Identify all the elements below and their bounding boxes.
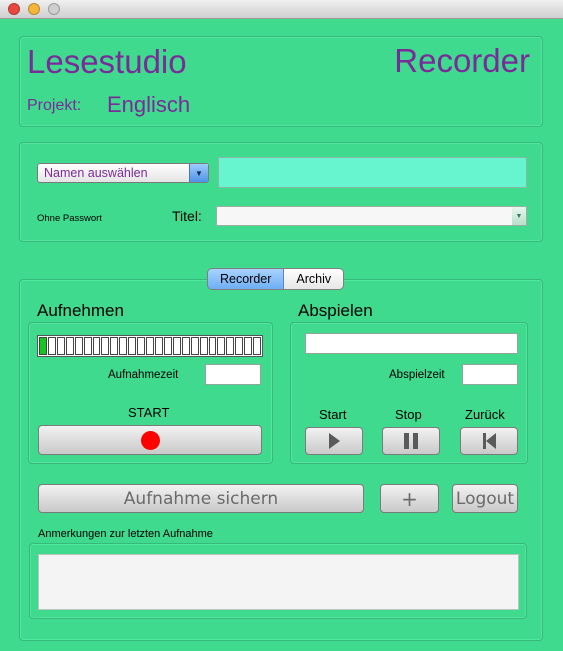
level-meter-segment — [74, 337, 83, 355]
record-heading: Aufnehmen — [37, 301, 124, 320]
level-meter-segment — [163, 337, 172, 355]
skip-back-icon — [482, 433, 496, 449]
level-meter-segment — [128, 337, 137, 355]
chevron-down-icon: ▼ — [512, 207, 526, 225]
play-button[interactable] — [305, 427, 363, 455]
back-label: Zurück — [465, 407, 505, 422]
level-meter-segment — [39, 337, 47, 355]
name-select-value: Namen auswählen — [44, 166, 148, 180]
window-titlebar — [0, 0, 563, 19]
project-name: Englisch — [107, 92, 191, 117]
record-time-field — [205, 364, 261, 385]
record-time-label: Aufnahmezeit — [108, 369, 179, 381]
level-meter-segment — [47, 337, 56, 355]
level-meter-segment — [110, 337, 119, 355]
pause-label: Stop — [395, 407, 422, 422]
level-meter-segment — [83, 337, 92, 355]
level-meter-segment — [235, 337, 244, 355]
play-label: Start — [319, 407, 347, 422]
playback-time-label: Abspielzeit — [389, 369, 445, 381]
level-meter-segment — [208, 337, 217, 355]
zoom-window-icon[interactable] — [48, 3, 60, 15]
tab-archiv[interactable]: Archiv — [284, 269, 344, 289]
minimize-window-icon[interactable] — [28, 3, 40, 15]
chevron-down-icon: ▼ — [189, 164, 208, 182]
level-meter-segment — [253, 337, 262, 355]
password-hint: Ohne Passwort — [37, 213, 102, 224]
play-icon — [328, 433, 340, 449]
level-meter-segment — [226, 337, 235, 355]
record-dot-icon — [140, 430, 160, 450]
level-meter-segment — [154, 337, 163, 355]
level-meter-segment — [172, 337, 181, 355]
notes-textarea[interactable] — [38, 554, 519, 610]
level-meter-segment — [181, 337, 190, 355]
notes-label: Anmerkungen zur letzten Aufnahme — [38, 528, 213, 540]
project-label: Projekt: — [27, 97, 82, 114]
level-meter-segment — [65, 337, 74, 355]
start-record-label: START — [128, 405, 170, 420]
title-select[interactable]: ▼ — [216, 206, 527, 226]
name-field[interactable] — [218, 157, 527, 188]
app-title: Lesestudio — [27, 43, 187, 80]
name-select[interactable]: Namen auswählen ▼ — [37, 163, 209, 183]
save-recording-button[interactable]: Aufnahme sichern — [38, 484, 364, 513]
playback-heading: Abspielen — [298, 301, 373, 320]
playback-time-field — [462, 364, 518, 385]
app-mode-title: Recorder — [394, 42, 530, 79]
level-meter-segment — [190, 337, 199, 355]
level-meter-segment — [119, 337, 128, 355]
level-meter-segment — [137, 337, 146, 355]
level-meter-segment — [199, 337, 208, 355]
level-meter-segment — [244, 337, 253, 355]
header-panel: Lesestudio Recorder Projekt: Englisch — [19, 36, 543, 127]
title-label: Titel: — [172, 208, 202, 224]
add-button[interactable]: + — [380, 484, 439, 513]
rewind-button[interactable] — [460, 427, 518, 455]
tab-recorder[interactable]: Recorder — [208, 269, 285, 289]
level-meter-segment — [146, 337, 154, 355]
level-meter-segment — [217, 337, 226, 355]
pause-button[interactable] — [382, 427, 440, 455]
close-window-icon[interactable] — [8, 3, 20, 15]
tab-bar: Recorder Archiv — [207, 268, 345, 290]
record-button[interactable] — [38, 425, 262, 455]
playback-progress-field — [305, 333, 518, 354]
pause-icon — [404, 433, 418, 449]
level-meter-segment — [56, 337, 65, 355]
level-meter — [37, 335, 263, 357]
level-meter-segment — [101, 337, 110, 355]
logout-button[interactable]: Logout — [452, 484, 518, 513]
level-meter-segment — [92, 337, 101, 355]
